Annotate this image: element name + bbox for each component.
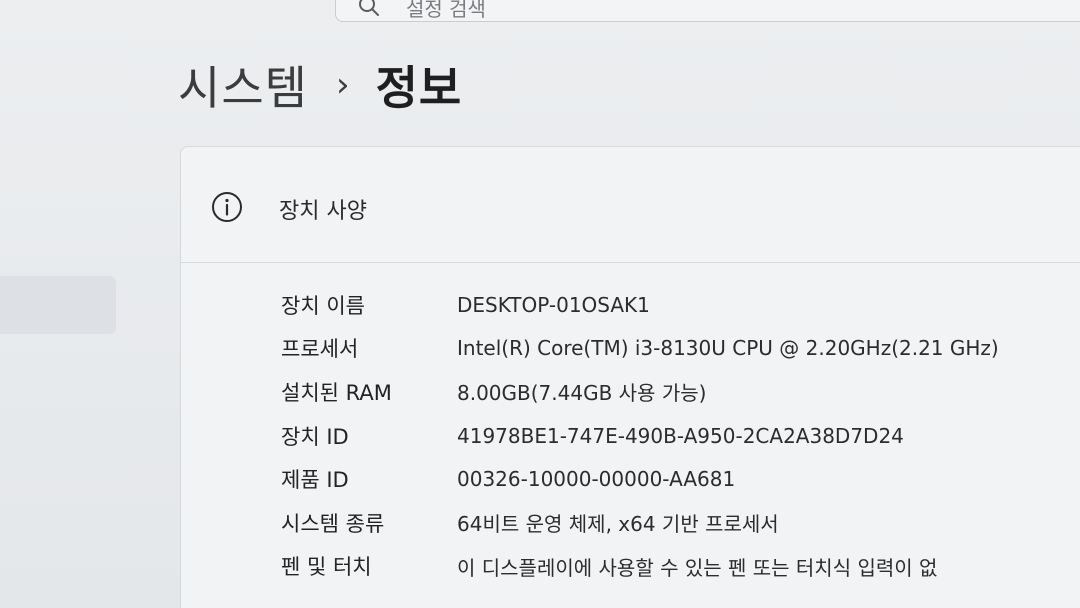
spec-value: Intel(R) Core(TM) i3-8130U CPU @ 2.20GHz… bbox=[457, 336, 999, 361]
device-specs-title: 장치 사양 bbox=[279, 199, 367, 224]
sidebar-selected-item[interactable] bbox=[0, 276, 116, 334]
spec-label: 시스템 종류 bbox=[281, 511, 385, 536]
spec-row-ram: 설치된 RAM 8.00GB(7.44GB 사용 가능) bbox=[281, 370, 1080, 414]
spec-label: 펜 및 터치 bbox=[281, 555, 372, 580]
spec-list: 장치 이름 DESKTOP-01OSAK1 프로세서 Intel(R) Core… bbox=[281, 283, 1080, 588]
spec-row-processor: 프로세서 Intel(R) Core(TM) i3-8130U CPU @ 2.… bbox=[281, 327, 1080, 371]
breadcrumb: 시스템 › 정보 bbox=[178, 52, 462, 118]
spec-row-device-name: 장치 이름 DESKTOP-01OSAK1 bbox=[281, 283, 1080, 327]
spec-label: 설치된 RAM bbox=[281, 380, 392, 405]
search-box[interactable]: 설정 검색 bbox=[335, 0, 1080, 22]
spec-row-product-id: 제품 ID 00326-10000-00000-AA681 bbox=[281, 457, 1080, 501]
spec-value: 00326-10000-00000-AA681 bbox=[457, 467, 736, 492]
spec-value: DESKTOP-01OSAK1 bbox=[457, 292, 650, 317]
page-title: 정보 bbox=[375, 61, 463, 115]
spec-label: 프로세서 bbox=[281, 337, 359, 362]
spec-label: 장치 이름 bbox=[281, 293, 365, 318]
spec-value: 8.00GB(7.44GB 사용 가능) bbox=[457, 381, 707, 406]
spec-row-pen-touch: 펜 및 터치 이 디스플레이에 사용할 수 있는 펜 또는 터치식 입력이 없 bbox=[281, 545, 1080, 589]
spec-row-device-id: 장치 ID 41978BE1-747E-490B-A950-2CA2A38D7D… bbox=[281, 414, 1080, 458]
device-specs-header[interactable]: 장치 사양 bbox=[181, 147, 1080, 263]
spec-label: 제품 ID bbox=[281, 468, 349, 493]
spec-value: 이 디스플레이에 사용할 수 있는 펜 또는 터치식 입력이 없 bbox=[457, 555, 938, 580]
spec-label: 장치 ID bbox=[281, 424, 349, 449]
info-icon bbox=[212, 192, 242, 222]
search-placeholder[interactable]: 설정 검색 bbox=[406, 0, 486, 22]
spec-row-system-type: 시스템 종류 64비트 운영 체제, x64 기반 프로세서 bbox=[281, 501, 1080, 545]
spec-value: 64비트 운영 체제, x64 기반 프로세서 bbox=[457, 512, 779, 537]
search-icon bbox=[359, 0, 379, 16]
device-specs-card: 장치 사양 장치 이름 DESKTOP-01OSAK1 프로세서 Intel(R… bbox=[180, 146, 1080, 608]
breadcrumb-parent[interactable]: 시스템 bbox=[178, 52, 308, 118]
settings-window: 설정 검색 시스템 › 정보 장치 사양 장치 이름 DESKTOP-01OSA… bbox=[0, 0, 1080, 608]
breadcrumb-separator-icon: › bbox=[335, 65, 350, 105]
spec-value: 41978BE1-747E-490B-A950-2CA2A38D7D24 bbox=[457, 423, 904, 448]
